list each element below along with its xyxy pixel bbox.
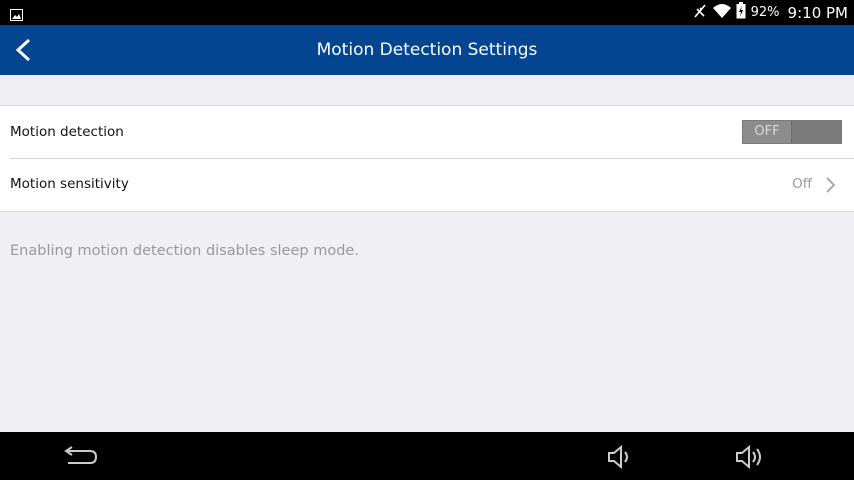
volume-up-icon[interactable] [734, 444, 766, 474]
wifi-icon [712, 3, 732, 23]
motion-sensitivity-row[interactable]: Motion sensitivity Off [10, 158, 854, 210]
chevron-left-icon [10, 38, 38, 67]
status-bar: 92% 9:10 PM [0, 0, 854, 25]
motion-detection-row: Motion detection OFF [10, 106, 854, 159]
toggle-knob: OFF [743, 121, 792, 143]
settings-group: Motion detection OFF Motion sensitivity … [0, 105, 854, 212]
battery-percent: 92% [750, 5, 780, 20]
back-button[interactable] [10, 37, 38, 63]
battery-charging-icon [736, 2, 746, 23]
page-title: Motion Detection Settings [316, 40, 538, 60]
app-header: Motion Detection Settings [0, 25, 854, 75]
hint-text: Enabling motion detection disables sleep… [10, 243, 359, 259]
clock: 9:10 PM [787, 3, 848, 22]
motion-detection-toggle[interactable]: OFF [742, 120, 842, 144]
motion-sensitivity-value: Off [792, 176, 812, 192]
volume-down-icon[interactable] [606, 444, 634, 474]
motion-sensitivity-label: Motion sensitivity [10, 176, 129, 192]
nav-bar [0, 432, 854, 480]
gallery-icon [10, 6, 23, 25]
motion-detection-label: Motion detection [10, 124, 124, 140]
chevron-right-icon [824, 177, 836, 197]
signal-off-icon [692, 3, 708, 23]
back-arrow-icon[interactable] [62, 444, 98, 472]
